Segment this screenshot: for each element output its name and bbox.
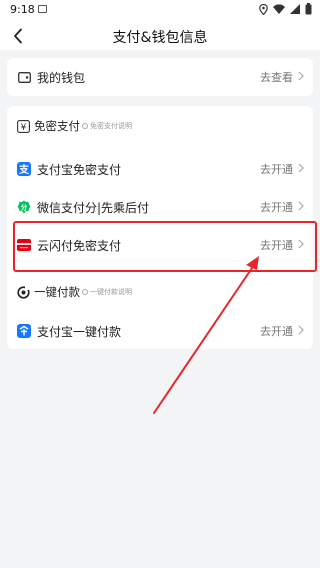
info-icon xyxy=(82,123,88,129)
status-time: 9:18 xyxy=(10,3,35,16)
alipay-mianmi-open[interactable]: 去开通 xyxy=(260,161,293,177)
alipay-mianmi-row[interactable]: 支 支付宝免密支付 去开通 xyxy=(7,150,313,188)
chevron-right-icon xyxy=(298,201,304,211)
mianmi-info-link[interactable]: 免密支付说明 xyxy=(82,121,132,131)
alipay-icon: 支 xyxy=(17,162,31,176)
yijian-info-text: 一键付款说明 xyxy=(90,288,132,296)
wechat-score-open[interactable]: 去开通 xyxy=(260,199,293,215)
alipay-quickpay-label: 支付宝一键付款 xyxy=(37,325,122,339)
wechat-score-label: 微信支付分|先乘后付 xyxy=(37,201,150,215)
chevron-right-icon xyxy=(298,325,304,335)
chevron-right-icon xyxy=(298,71,304,81)
wallet-card: 我的钱包 去查看 xyxy=(7,58,313,96)
quickpay-icon xyxy=(16,285,30,299)
status-bar: 9:18 xyxy=(0,0,320,20)
svg-text:¥: ¥ xyxy=(20,123,26,133)
yijian-section-title: 一键付款 xyxy=(34,285,80,299)
wifi-icon xyxy=(273,4,285,14)
nav-bar: 支付&钱包信息 xyxy=(0,20,320,50)
my-wallet-row[interactable]: 我的钱包 去查看 xyxy=(7,58,313,96)
mianmi-section-header: ¥ 免密支付 免密支付说明 xyxy=(7,114,313,138)
mianmi-section-title: 免密支付 xyxy=(34,119,80,133)
page-title: 支付&钱包信息 xyxy=(112,30,208,46)
wallet-view-link[interactable]: 去查看 xyxy=(260,69,293,85)
yuan-icon: ¥ xyxy=(16,119,30,133)
highlight-box xyxy=(13,221,317,272)
svg-text:支: 支 xyxy=(18,163,30,176)
wallet-label: 我的钱包 xyxy=(37,71,86,85)
mianmi-info-text: 免密支付说明 xyxy=(90,122,132,130)
signal-icon xyxy=(290,4,300,14)
alipay-mianmi-label: 支付宝免密支付 xyxy=(37,163,122,177)
wallet-icon xyxy=(17,70,31,84)
yijian-section-header: 一键付款 一键付款说明 xyxy=(7,280,313,304)
info-icon xyxy=(82,289,88,295)
alipay-quickpay-icon xyxy=(17,324,31,338)
notification-icon xyxy=(38,5,47,13)
location-icon xyxy=(259,3,268,15)
chevron-right-icon xyxy=(298,163,304,173)
yijian-info-link[interactable]: 一键付款说明 xyxy=(82,287,132,297)
status-icons xyxy=(259,3,312,15)
alipay-quickpay-row[interactable]: 支付宝一键付款 去开通 xyxy=(7,312,313,350)
battery-icon xyxy=(305,3,312,15)
wechat-score-icon: 分 xyxy=(17,200,31,214)
alipay-quickpay-open[interactable]: 去开通 xyxy=(260,323,293,339)
svg-text:分: 分 xyxy=(21,203,28,212)
